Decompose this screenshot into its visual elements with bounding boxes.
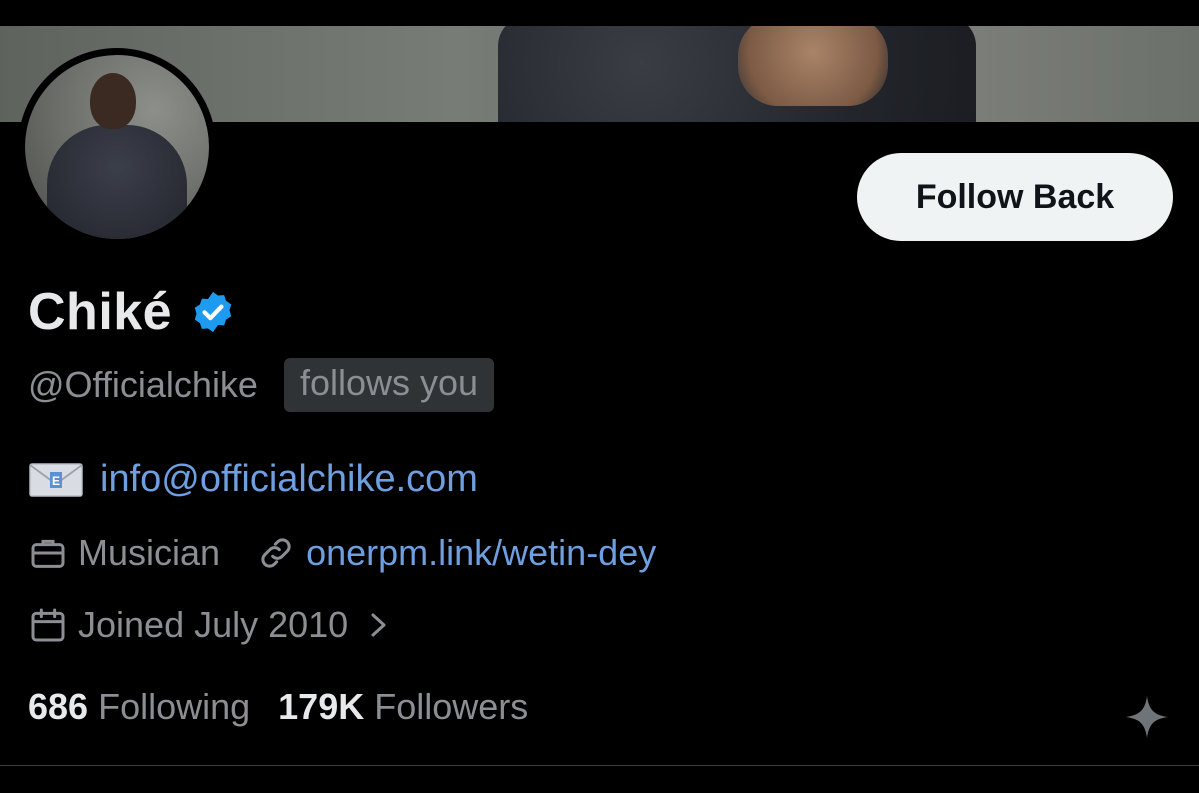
profile-meta-row: Musician onerpm.link/wetin-dey bbox=[28, 532, 656, 574]
avatar-photo bbox=[25, 55, 209, 239]
follow-back-button[interactable]: Follow Back bbox=[857, 153, 1173, 241]
briefcase-icon bbox=[31, 539, 65, 568]
profile-avatar[interactable] bbox=[18, 48, 216, 246]
following-count: 686 bbox=[28, 686, 89, 727]
name-row: Chiké bbox=[28, 282, 236, 342]
verified-badge-icon[interactable] bbox=[190, 289, 236, 335]
profession-label: Musician bbox=[78, 532, 221, 573]
display-name: Chiké bbox=[28, 283, 173, 341]
joined-date: Joined July 2010 bbox=[78, 604, 349, 645]
followers-label: Followers bbox=[374, 686, 529, 727]
section-divider bbox=[0, 765, 1199, 766]
followers-count: 179K bbox=[278, 686, 365, 727]
avatar-head-shape bbox=[90, 73, 136, 129]
followers-stat[interactable]: 179K Followers bbox=[278, 686, 528, 728]
follows-you-badge: follows you bbox=[283, 358, 495, 412]
email-link[interactable]: info@officialchike.com bbox=[100, 458, 478, 501]
handle-row: @Officialchike follows you bbox=[28, 358, 495, 412]
banner-photo-subject bbox=[498, 26, 976, 122]
bio-email-row: E info@officialchike.com bbox=[28, 458, 478, 501]
follow-stats: 686 Following 179K Followers bbox=[28, 686, 528, 728]
sparkle-icon[interactable] bbox=[1124, 694, 1170, 740]
user-handle: @Officialchike bbox=[28, 364, 258, 405]
following-stat[interactable]: 686 Following bbox=[28, 686, 250, 728]
chevron-right-icon bbox=[371, 613, 386, 637]
calendar-icon bbox=[31, 608, 65, 642]
avatar-body-shape bbox=[47, 125, 187, 239]
link-icon bbox=[261, 538, 291, 568]
svg-text:E: E bbox=[52, 474, 60, 488]
following-label: Following bbox=[98, 686, 251, 727]
envelope-icon: E bbox=[29, 462, 83, 497]
joined-row[interactable]: Joined July 2010 bbox=[28, 604, 390, 646]
top-bar bbox=[0, 0, 1199, 26]
website-link[interactable]: onerpm.link/wetin-dey bbox=[306, 532, 656, 574]
